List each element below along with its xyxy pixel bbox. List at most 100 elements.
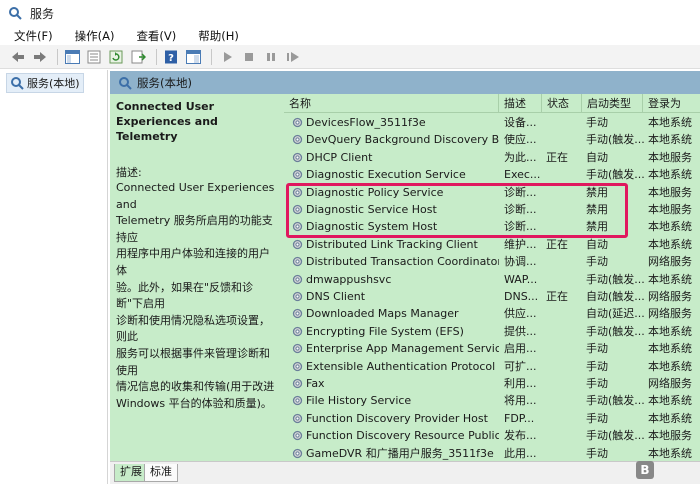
service-logon-as: 本地服务 [648, 150, 692, 164]
service-startup-type: 手动 [586, 255, 608, 269]
service-logon-as: 网络服务 [648, 255, 692, 269]
service-description: 诊断... [504, 220, 537, 234]
service-name: Downloaded Maps Manager [306, 307, 459, 321]
description-panel: Connected User Experiences and Telemetry… [110, 94, 284, 461]
service-gear-icon [291, 377, 304, 390]
service-logon-as: 网络服务 [648, 307, 692, 321]
service-description: 诊断... [504, 185, 537, 199]
service-name: Fax [306, 377, 325, 390]
service-status [546, 131, 584, 148]
toolbar-separator [156, 48, 157, 65]
service-description: 设备... [504, 116, 537, 129]
service-startup-type: 禁用 [586, 220, 608, 234]
menu-action[interactable]: 操作(A) [61, 28, 123, 44]
show-console-tree-icon[interactable] [63, 47, 82, 66]
column-header-startup-type[interactable]: 启动类型 [582, 94, 643, 113]
service-name: Diagnostic Service Host [306, 203, 437, 216]
column-header-name[interactable]: 名称 [284, 94, 499, 113]
svg-text:?: ? [168, 53, 174, 64]
back-arrow-icon[interactable] [8, 47, 27, 66]
column-header-status[interactable]: 状态 [542, 94, 582, 113]
service-row[interactable]: DHCP Client 为此... 正在 自动 本地服务 [284, 149, 700, 166]
menu-file[interactable]: 文件(F) [0, 28, 61, 44]
service-row[interactable]: Diagnostic Execution Service Exec... 手动(触发… [284, 166, 700, 183]
export-list-icon[interactable] [129, 47, 148, 66]
service-row[interactable]: Enterprise App Management Service 启用... 手动… [284, 340, 700, 357]
service-description: 利用... [504, 377, 537, 390]
service-status [546, 253, 584, 270]
tree-item-label: 服务(本地) [27, 77, 80, 90]
service-row[interactable]: Diagnostic System Host 诊断... 禁用 本地系统 [284, 218, 700, 235]
service-row[interactable]: Function Discovery Provider Host FDP... 手动… [284, 410, 700, 427]
description-line: 服务可以根据事件来管理诊断和使用 [116, 346, 270, 377]
pause-service-icon[interactable] [261, 47, 280, 66]
service-row[interactable]: Distributed Transaction Coordinator 协调...… [284, 253, 700, 270]
service-startup-type: 自动(触发... [586, 290, 644, 303]
menu-help[interactable]: 帮助(H) [184, 28, 247, 44]
service-row[interactable]: File History Service 将用... 手动(触发... 本地系统 [284, 392, 700, 409]
tab-standard[interactable]: 标准 [144, 464, 178, 482]
service-row[interactable]: Downloaded Maps Manager 供应... 自动(延迟... 网络服务 [284, 305, 700, 322]
service-name: GameDVR 和广播用户服务_3511f3e [306, 446, 494, 460]
service-startup-type: 禁用 [586, 203, 608, 216]
service-row[interactable]: Diagnostic Policy Service 诊断... 禁用 本地服务 [284, 184, 700, 201]
console-icon[interactable] [184, 47, 203, 66]
service-logon-as: 本地服务 [648, 203, 692, 216]
start-service-icon[interactable] [217, 47, 236, 66]
service-gear-icon [291, 255, 304, 268]
service-row[interactable]: DNS Client DNS... 正在 自动(触发... 网络服务 [284, 288, 700, 305]
tab-extended[interactable]: 扩展 [114, 464, 148, 482]
refresh-icon[interactable] [107, 47, 126, 66]
service-row[interactable]: DevicesFlow_3511f3e 设备... 手动 本地系统 [284, 114, 700, 131]
help-icon[interactable]: ? [162, 47, 181, 66]
toolbar: ? [0, 45, 700, 69]
console-tree: 服务(本地) [0, 70, 108, 484]
service-name: dmwappushsvc [306, 272, 392, 286]
title-bar: 服务 [0, 0, 700, 26]
service-row[interactable]: Function Discovery Resource Publicati 发布.… [284, 427, 700, 444]
properties-icon[interactable] [85, 47, 104, 66]
service-row[interactable]: DevQuery Background Discovery Bro 使应... 手动… [284, 131, 700, 148]
service-gear-icon [291, 168, 304, 181]
service-status [546, 392, 584, 409]
service-description: 诊断... [504, 203, 537, 216]
service-row[interactable]: Encrypting File System (EFS) 提供... 手动(触发..… [284, 323, 700, 340]
column-header-description[interactable]: 描述 [499, 94, 542, 113]
service-status: 正在 [546, 290, 568, 303]
menu-view[interactable]: 查看(V) [122, 28, 184, 44]
tree-item-services-local[interactable]: 服务(本地) [6, 73, 84, 93]
description-line: 验。此外，如果在"反馈和诊断"下启用 [116, 280, 254, 311]
service-startup-type: 手动(触发... [586, 272, 644, 286]
service-logon-as: 本地系统 [648, 359, 692, 373]
service-gear-icon [291, 307, 304, 320]
service-name: Diagnostic Policy Service [306, 185, 444, 199]
service-logon-as: 本地系统 [648, 133, 692, 147]
service-row[interactable]: Extensible Authentication Protocol 可扩... 手… [284, 358, 700, 375]
service-gear-icon [291, 290, 304, 303]
service-name: DHCP Client [306, 150, 373, 164]
service-row[interactable]: dmwappushsvc WAP... 手动(触发... 本地系统 [284, 271, 700, 288]
window-title: 服务 [30, 6, 55, 21]
service-logon-as: 本地系统 [648, 342, 692, 356]
service-gear-icon [291, 394, 304, 407]
service-gear-icon [291, 447, 304, 460]
service-gear-icon [291, 325, 304, 338]
services-gear-icon [9, 7, 22, 20]
service-title: Connected User Experiences and Telemetry [116, 100, 218, 143]
service-status [546, 358, 584, 375]
service-row[interactable]: Distributed Link Tracking Client 维护... 正在 自… [284, 236, 700, 253]
service-name: DevicesFlow_3511f3e [306, 116, 426, 129]
service-logon-as: 本地系统 [648, 394, 692, 408]
restart-service-icon[interactable] [283, 47, 302, 66]
description-line: Telemetry 服务所启用的功能支持应 [116, 214, 273, 244]
service-startup-type: 手动(触发... [586, 133, 644, 147]
service-startup-type: 手动 [586, 116, 608, 129]
service-row[interactable]: Fax 利用... 手动 网络服务 [284, 375, 700, 392]
column-header-logon-as[interactable]: 登录为 [643, 94, 700, 113]
service-description: 将用... [504, 394, 537, 408]
service-row[interactable]: Diagnostic Service Host 诊断... 禁用 本地服务 [284, 201, 700, 218]
description-label: 描述: [116, 166, 142, 179]
service-description: FDP... [504, 411, 535, 425]
stop-service-icon[interactable] [239, 47, 258, 66]
forward-arrow-icon[interactable] [30, 47, 49, 66]
